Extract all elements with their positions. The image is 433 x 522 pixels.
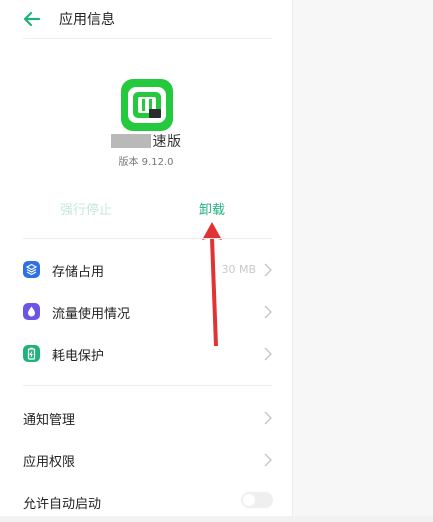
settings-row-label: 存储占用: [52, 265, 105, 280]
app-name-text: 速版: [152, 134, 182, 150]
chevron-right-icon: [264, 347, 272, 361]
settings-row-notification[interactable]: 通知管理: [0, 398, 292, 438]
divider: [23, 38, 272, 39]
chevron-right-icon: [264, 263, 272, 277]
right-empty-area: [292, 0, 433, 516]
settings-row-data-usage[interactable]: 流量使用情况: [0, 292, 292, 332]
chevron-right-icon: [264, 453, 272, 467]
storage-size-value: 30 MB: [221, 263, 256, 276]
chevron-right-icon: [264, 411, 272, 425]
app-info-panel: 应用信息 速版 版本 9.12.0 强行停止 卸载 存储占用 30 MB 流量使…: [0, 0, 292, 516]
settings-row-label: 通知管理: [23, 413, 76, 428]
divider: [23, 385, 272, 386]
settings-row-battery[interactable]: 耗电保护: [0, 334, 292, 374]
battery-icon: [23, 345, 40, 362]
toggle-knob: [243, 494, 255, 506]
uninstall-button[interactable]: 卸载: [199, 199, 225, 218]
settings-row-storage[interactable]: 存储占用 30 MB: [0, 250, 292, 290]
settings-row-label: 耗电保护: [52, 349, 105, 364]
page-title: 应用信息: [59, 12, 115, 28]
data-usage-icon: [23, 303, 40, 320]
chevron-right-icon: [264, 305, 272, 319]
app-icon: [121, 79, 173, 131]
auto-start-toggle[interactable]: [241, 492, 273, 508]
settings-row-label: 应用权限: [23, 455, 76, 470]
storage-icon: [23, 261, 40, 278]
settings-row-permissions[interactable]: 应用权限: [0, 440, 292, 480]
top-bar: 应用信息: [0, 0, 292, 38]
app-version: 版本 9.12.0: [118, 157, 174, 168]
settings-row-label: 允许自动启动: [23, 497, 102, 512]
app-name: 速版: [0, 131, 292, 151]
settings-row-label: 流量使用情况: [52, 307, 131, 322]
divider: [23, 238, 272, 239]
back-arrow-icon[interactable]: [23, 10, 41, 28]
force-stop-button[interactable]: 强行停止: [60, 199, 112, 218]
